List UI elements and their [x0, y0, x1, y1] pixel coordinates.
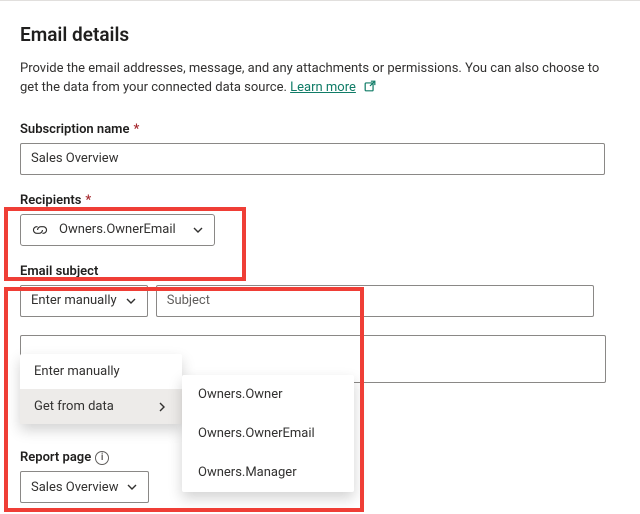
email-subject-field: Email subject Enter manually — [20, 264, 620, 317]
subject-mode-value: Enter manually — [31, 293, 117, 308]
report-page-dropdown[interactable]: Sales Overview — [20, 471, 149, 503]
info-icon[interactable]: i — [95, 451, 109, 465]
external-link-icon — [363, 79, 377, 100]
menu-item-enter-manually[interactable]: Enter manually — [20, 354, 182, 389]
menu-item-owners-manager[interactable]: Owners.Manager — [182, 453, 354, 492]
subject-mode-menu: Enter manually Get from data — [20, 354, 182, 424]
menu-item-get-from-data[interactable]: Get from data — [20, 389, 182, 424]
report-page-field: Report page i Sales Overview — [20, 450, 149, 503]
report-page-label: Report page i — [20, 450, 149, 465]
link-icon — [31, 223, 49, 237]
subject-mode-dropdown[interactable]: Enter manually — [20, 285, 148, 317]
recipients-selector[interactable]: Owners.OwnerEmail — [20, 214, 215, 246]
subscription-name-field: Subscription name * — [20, 122, 620, 175]
chevron-right-icon — [156, 401, 168, 413]
subject-input[interactable] — [156, 285, 594, 317]
recipients-value: Owners.OwnerEmail — [59, 222, 176, 237]
data-fields-menu: Owners.Owner Owners.OwnerEmail Owners.Ma… — [182, 375, 354, 492]
chevron-down-icon — [126, 481, 138, 493]
subscription-name-label: Subscription name * — [20, 122, 620, 137]
learn-more-link[interactable]: Learn more — [290, 80, 356, 95]
subscription-name-input[interactable] — [20, 143, 605, 175]
required-marker: * — [133, 122, 139, 137]
required-marker: * — [85, 193, 91, 208]
intro-text: Provide the email addresses, message, an… — [20, 60, 620, 100]
email-subject-label: Email subject — [20, 264, 620, 279]
menu-item-owners-owneremail[interactable]: Owners.OwnerEmail — [182, 414, 354, 453]
report-page-value: Sales Overview — [31, 480, 118, 495]
recipients-label: Recipients * — [20, 193, 620, 208]
chevron-down-icon — [125, 295, 137, 307]
menu-item-owners-owner[interactable]: Owners.Owner — [182, 375, 354, 414]
chevron-down-icon — [192, 224, 204, 236]
recipients-field: Recipients * Owners.OwnerEmail — [20, 193, 620, 246]
page-title: Email details — [20, 23, 620, 46]
